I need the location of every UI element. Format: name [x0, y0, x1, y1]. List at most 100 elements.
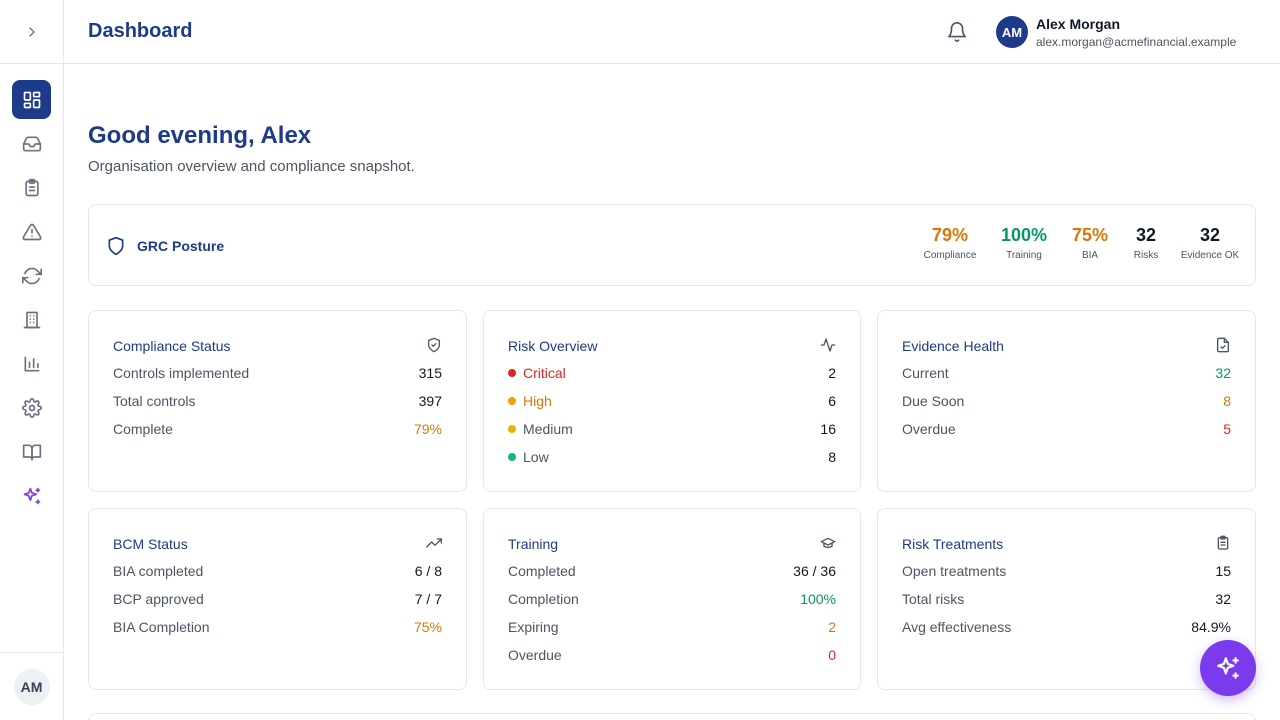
metric-bia: 75% BIA — [1067, 225, 1113, 261]
metric-label: Compliance — [923, 250, 977, 261]
row-value: 397 — [418, 393, 442, 409]
metric-label: Training — [1006, 250, 1042, 261]
row-label: Medium — [508, 421, 573, 437]
trending-up-icon — [426, 538, 442, 548]
card-row: BIA Completion 75% — [113, 619, 442, 639]
card-row: Avg effectiveness 84.9% — [902, 619, 1231, 639]
card-row: Total controls 397 — [113, 393, 442, 413]
sidebar-expand-button[interactable] — [0, 0, 63, 64]
row-label: Completed — [508, 563, 576, 579]
row-value: 0 — [828, 647, 836, 663]
row-value: 6 — [828, 393, 836, 409]
shield-check-icon — [428, 337, 440, 353]
sidebar-item-ai-assistant[interactable] — [12, 476, 51, 515]
card-title: Risk Treatments — [902, 536, 1004, 552]
sidebar-item-dashboard[interactable] — [12, 80, 51, 119]
card-row: Open treatments 15 — [902, 563, 1231, 583]
row-value: 36 / 36 — [793, 563, 836, 579]
row-label: Due Soon — [902, 393, 965, 409]
card-row: Completed 36 / 36 — [508, 563, 836, 583]
high-dot — [508, 397, 516, 405]
row-label: BIA completed — [113, 563, 204, 579]
card-row: Low 8 — [508, 449, 836, 469]
row-value: 8 — [828, 449, 836, 465]
row-value: 7 / 7 — [414, 591, 442, 607]
sidebar-item-library[interactable] — [12, 432, 51, 471]
sidebar-avatar[interactable]: AM — [13, 668, 50, 705]
sparkles-icon — [1217, 657, 1239, 679]
metric-training: 100% Training — [994, 225, 1054, 261]
inbox-icon — [22, 136, 41, 151]
sidebar-item-inbox[interactable] — [12, 124, 51, 163]
row-label: BIA Completion — [113, 619, 210, 635]
card-row: BIA completed 6 / 8 — [113, 563, 442, 583]
card-title: Risk Overview — [508, 338, 598, 354]
compliance-status-card[interactable]: Compliance Status Controls implemented 3… — [88, 310, 467, 492]
posture-title: GRC Posture — [137, 238, 225, 254]
row-label: BCP approved — [113, 591, 204, 607]
user-email: alex.morgan@acmefinancial.example — [1036, 35, 1237, 49]
metric-value: 79% — [931, 225, 969, 245]
card-row: Overdue 5 — [902, 421, 1231, 441]
row-value: 15 — [1215, 563, 1231, 579]
row-value: 79% — [413, 421, 442, 437]
graduation-cap-icon — [820, 537, 836, 548]
clipboard-list-icon — [1217, 535, 1229, 550]
sidebar-item-organisation[interactable] — [12, 300, 51, 339]
user-avatar[interactable]: AM — [996, 16, 1028, 48]
building-icon — [23, 311, 40, 328]
card-row: Complete 79% — [113, 421, 442, 441]
ai-assistant-button[interactable] — [1200, 640, 1256, 696]
sidebar-item-risks[interactable] — [12, 212, 51, 251]
card-row: Current 32 — [902, 365, 1231, 385]
metric-label: Risks — [1133, 250, 1159, 261]
evidence-health-card[interactable]: Evidence Health Current 32 Due Soon 8 Ov… — [877, 310, 1256, 492]
row-label: Low — [508, 449, 549, 465]
row-value: 6 / 8 — [414, 563, 442, 579]
clipboard-list-icon — [24, 178, 39, 196]
row-label: Expiring — [508, 619, 559, 635]
risk-treatments-card[interactable]: Risk Treatments Open treatments 15 Total… — [877, 508, 1256, 690]
training-card[interactable]: Training Completed 36 / 36 Completion 10… — [483, 508, 861, 690]
refresh-icon — [21, 267, 42, 284]
row-value: 100% — [800, 591, 836, 607]
metric-label: BIA — [1081, 250, 1099, 261]
page-title: Dashboard — [88, 20, 193, 42]
sidebar-item-reports[interactable] — [12, 344, 51, 383]
activity-icon — [820, 338, 836, 352]
bcm-status-card[interactable]: BCM Status BIA completed 6 / 8 BCP appro… — [88, 508, 467, 690]
row-label: Overdue — [902, 421, 956, 437]
card-title: Compliance Status — [113, 338, 231, 354]
card-title: Evidence Health — [902, 338, 1004, 354]
risk-overview-card[interactable]: Risk Overview Critical 2 High 6 Medium 1… — [483, 310, 861, 492]
card-row: Completion 100% — [508, 591, 836, 611]
sidebar-item-tasks[interactable] — [12, 168, 51, 207]
settings-icon — [21, 397, 42, 418]
metric-value: 32 — [1199, 225, 1221, 245]
row-label: Avg effectiveness — [902, 619, 1012, 635]
card-row: Expiring 2 — [508, 619, 836, 639]
next-section-card — [88, 713, 1256, 720]
critical-dot — [508, 369, 516, 377]
card-row: Medium 16 — [508, 421, 836, 441]
metric-value: 32 — [1135, 225, 1157, 245]
sidebar-user: AM — [0, 652, 63, 720]
sidebar-item-continuity[interactable] — [12, 256, 51, 295]
metric-value: 100% — [1000, 225, 1048, 245]
metric-risks: 32 Risks — [1126, 225, 1166, 261]
row-label: Controls implemented — [113, 365, 250, 381]
bell-icon[interactable] — [946, 21, 968, 43]
sidebar: AM — [0, 0, 64, 720]
card-row: Controls implemented 315 — [113, 365, 442, 385]
row-value: 2 — [828, 365, 836, 381]
row-value: 32 — [1215, 365, 1231, 381]
card-row: Critical 2 — [508, 365, 836, 385]
sparkles-icon — [23, 487, 40, 504]
card-row: Overdue 0 — [508, 647, 836, 667]
chevron-right-icon — [28, 26, 35, 37]
row-label: Open treatments — [902, 563, 1007, 579]
card-row: Total risks 32 — [902, 591, 1231, 611]
row-label: Overdue — [508, 647, 562, 663]
card-title: Training — [508, 536, 559, 552]
sidebar-item-settings[interactable] — [12, 388, 51, 427]
